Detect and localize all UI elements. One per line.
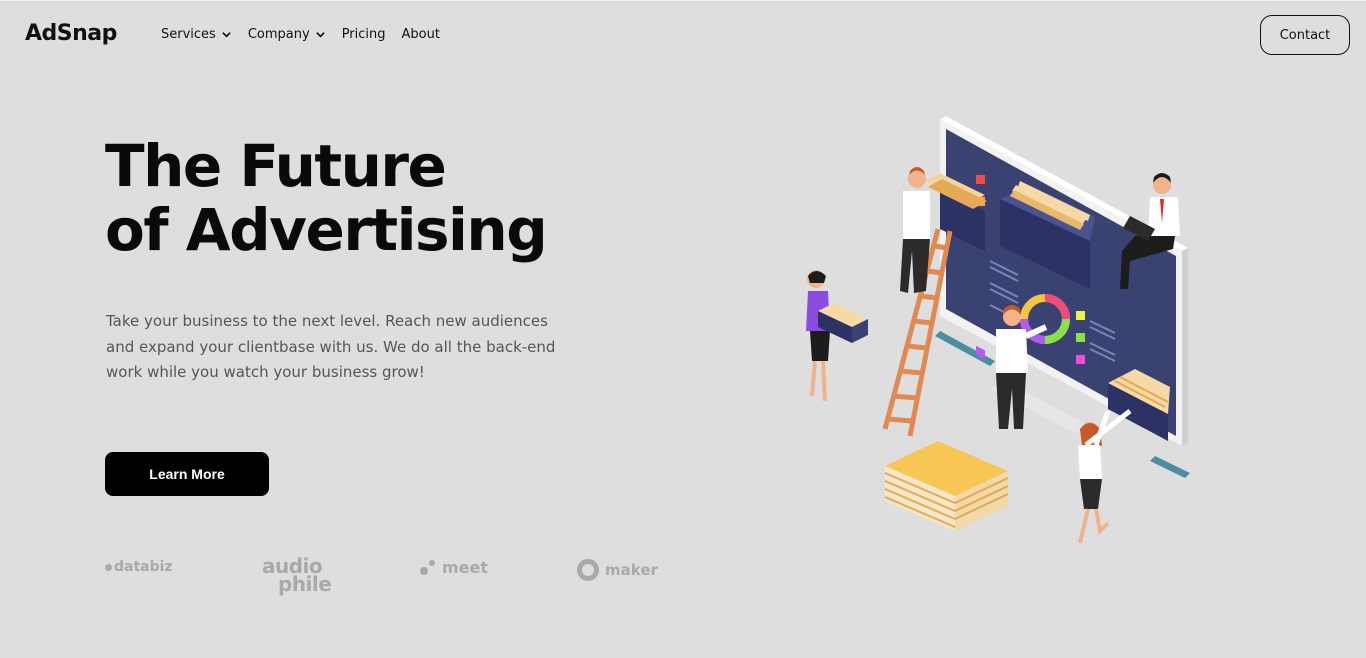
nav-item-about[interactable]: About (402, 27, 440, 42)
nav-item-services[interactable]: Services (161, 27, 232, 42)
maker-circle-icon (577, 559, 599, 581)
chevron-down-icon (222, 32, 231, 38)
chevron-down-icon (315, 32, 325, 38)
navbar: AdSnap Services Company Pricing About Co… (0, 1, 1366, 69)
audiophile-label-line2: phile (278, 572, 332, 596)
contact-button[interactable]: Contact (1260, 15, 1350, 55)
maker-logo: maker (577, 559, 658, 581)
hero-illustration (806, 116, 1190, 544)
meet-dots-icon (420, 559, 438, 577)
nav-item-company[interactable]: Company (248, 27, 326, 42)
folder-stack-illustration (884, 441, 1009, 531)
person-with-box-illustration (806, 270, 868, 402)
hero-description: Take your business to the next level. Re… (106, 312, 556, 381)
databiz-logo: databiz (105, 559, 173, 575)
logo[interactable]: AdSnap (25, 21, 117, 46)
meet-label: meet (442, 558, 489, 577)
maker-label: maker (605, 561, 658, 579)
databiz-dot-icon (105, 563, 112, 571)
learn-more-button[interactable]: Learn More (105, 452, 269, 496)
audiophile-logo: audio phile (262, 556, 332, 596)
nav-item-label: Pricing (341, 27, 386, 42)
nav-item-pricing[interactable]: Pricing (342, 27, 386, 42)
hero-title-line1: The Future (105, 132, 447, 200)
nav-item-label: About (401, 27, 440, 42)
person-on-ladder-illustration (900, 167, 930, 293)
hero-title-line2: of Advertising (105, 196, 548, 264)
databiz-label: databiz (114, 559, 173, 575)
brand-logos: databiz audio phile meet maker (0, 549, 700, 609)
nav-item-label: Services (161, 27, 216, 42)
meet-logo: meet (420, 558, 488, 577)
person-reaching-illustration (1078, 409, 1132, 544)
nav-item-label: Company (247, 27, 310, 42)
nav-links: Services Company Pricing About (161, 27, 456, 42)
hero-title: The Future of Advertising (105, 132, 548, 264)
